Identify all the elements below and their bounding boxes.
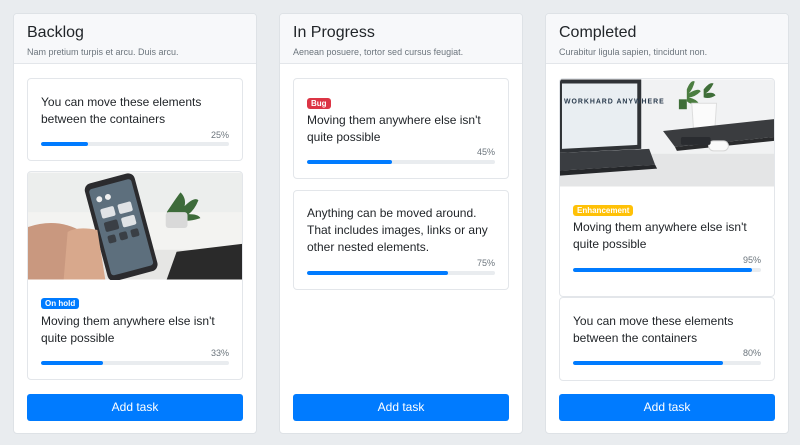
progress-fill xyxy=(573,361,724,365)
progress-fill xyxy=(41,142,88,146)
progress-fill xyxy=(573,268,752,272)
column-title: In Progress xyxy=(293,24,375,41)
progress-bar xyxy=(573,361,761,365)
column-header: Backlog Nam pretium turpis et arcu. Duis… xyxy=(14,14,256,64)
progress-percent: 95% xyxy=(742,255,761,265)
status-badge: Bug xyxy=(307,98,331,109)
column-header: Completed Curabitur ligula sapien, tinci… xyxy=(546,14,788,64)
laptop-desk-photo: WORKHARD ANYWHERE xyxy=(560,79,774,187)
progress-fill xyxy=(307,271,448,275)
progress-bar xyxy=(307,160,495,164)
progress-percent: 33% xyxy=(210,348,229,358)
status-badge: Enhancement xyxy=(573,205,634,216)
task-text: Moving them anywhere else isn't quite po… xyxy=(307,113,481,144)
task-text: You can move these elements between the … xyxy=(573,314,734,345)
task-card[interactable]: You can move these elements between the … xyxy=(27,78,243,161)
progress-bar xyxy=(573,268,761,272)
progress-percent: 75% xyxy=(476,258,495,268)
progress-fill xyxy=(41,361,104,365)
task-text: You can move these elements between the … xyxy=(41,95,202,126)
status-badge: On hold xyxy=(41,298,80,309)
column-subtitle: Aenean posuere, tortor sed cursus feugia… xyxy=(293,47,464,57)
task-card[interactable]: WORKHARD ANYWHERE Enhancement Moving the… xyxy=(559,78,775,297)
progress-fill xyxy=(307,160,392,164)
column-subtitle: Nam pretium turpis et arcu. Duis arcu. xyxy=(27,47,179,57)
phone-hand-photo xyxy=(28,172,242,280)
task-text: Anything can be moved around. That inclu… xyxy=(307,206,488,254)
task-card[interactable]: Anything can be moved around. That inclu… xyxy=(293,190,509,290)
column-title: Completed xyxy=(559,24,637,41)
task-text: Moving them anywhere else isn't quite po… xyxy=(573,220,747,251)
add-task-button[interactable]: Add task xyxy=(293,394,509,421)
progress-percent: 45% xyxy=(476,147,495,157)
column-backlog: Backlog Nam pretium turpis et arcu. Duis… xyxy=(13,13,257,434)
add-task-button[interactable]: Add task xyxy=(559,394,775,421)
column-header: In Progress Aenean posuere, tortor sed c… xyxy=(280,14,522,64)
column-subtitle: Curabitur ligula sapien, tincidunt non. xyxy=(559,47,708,57)
progress-bar xyxy=(41,361,229,365)
task-card[interactable]: You can move these elements between the … xyxy=(559,297,775,381)
progress-bar xyxy=(41,142,229,146)
add-task-button[interactable]: Add task xyxy=(27,394,243,421)
column-in-progress: In Progress Aenean posuere, tortor sed c… xyxy=(279,13,523,434)
progress-percent: 25% xyxy=(210,130,229,140)
kanban-board: Backlog Nam pretium turpis et arcu. Duis… xyxy=(0,0,800,445)
laptop-screen-text: WORKHARD ANYWHERE xyxy=(564,98,665,105)
progress-bar xyxy=(307,271,495,275)
task-card[interactable]: Bug Moving them anywhere else isn't quit… xyxy=(293,78,509,179)
column-title: Backlog xyxy=(27,24,84,41)
column-completed: Completed Curabitur ligula sapien, tinci… xyxy=(545,13,789,434)
progress-percent: 80% xyxy=(742,348,761,358)
task-card[interactable]: On hold Moving them anywhere else isn't … xyxy=(27,171,243,380)
task-text: Moving them anywhere else isn't quite po… xyxy=(41,314,215,345)
